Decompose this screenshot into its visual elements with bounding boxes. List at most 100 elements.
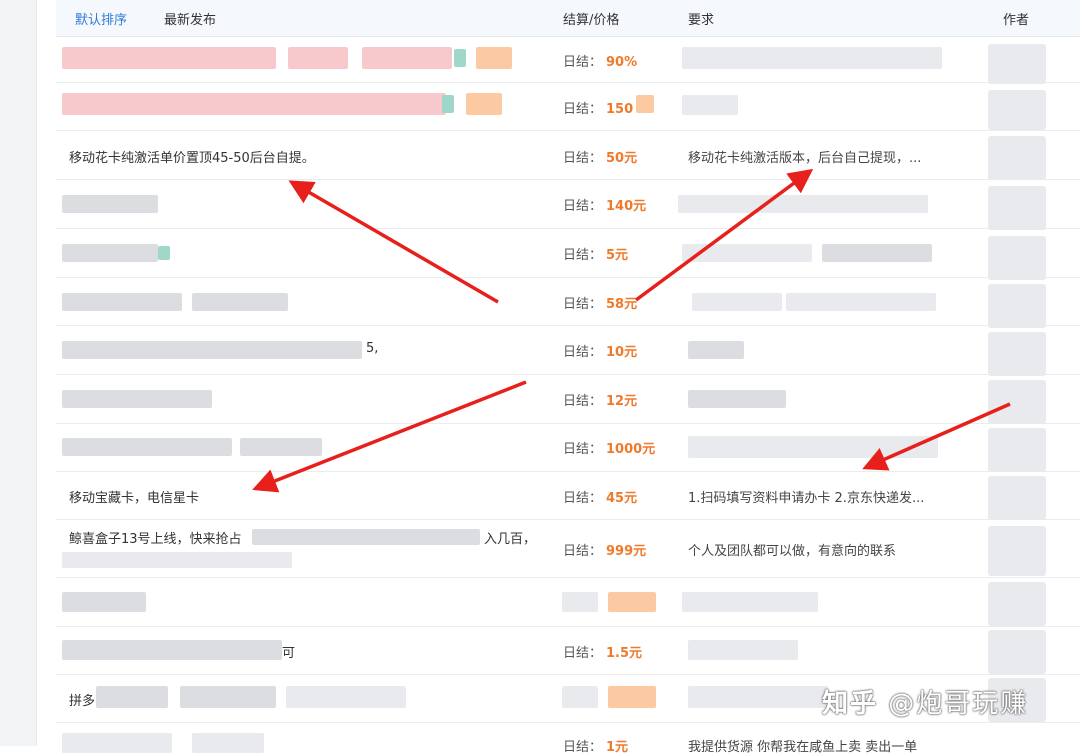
price-cell: 日结： 10元 [563, 345, 638, 360]
blurred-title [62, 640, 282, 660]
blurred-requirement [688, 686, 828, 708]
blurred-title [454, 49, 466, 67]
blurred-title [62, 733, 172, 753]
blurred-author[interactable] [988, 90, 1046, 130]
blurred-author[interactable] [988, 380, 1046, 424]
blurred-author[interactable] [988, 284, 1046, 328]
table-row[interactable]: 日结： 1元 我提供货源 你帮我在咸鱼上卖 卖出一单 [56, 723, 1080, 755]
blurred-title [252, 529, 480, 545]
blurred-author[interactable] [988, 582, 1046, 626]
table-row[interactable]: 日结： 150 [56, 83, 1080, 131]
price-cell: 日结： 150 [563, 102, 634, 117]
table-row[interactable]: 日结： 1000元 [56, 424, 1080, 472]
table-row[interactable]: 日结： 140元 [56, 180, 1080, 229]
blurred-requirement [786, 293, 936, 311]
table-row[interactable]: 日结： 58元 [56, 278, 1080, 326]
blurred-title [180, 686, 276, 708]
left-gutter [0, 0, 37, 746]
requirement-text: 1.扫码填写资料申请办卡 2.京东快递发... [688, 491, 925, 506]
blurred-title [192, 293, 288, 311]
blurred-requirement [682, 592, 818, 612]
table-row[interactable]: 移动宝藏卡，电信星卡 日结： 45元 1.扫码填写资料申请办卡 2.京东快递发..… [56, 472, 1080, 520]
blurred-title [240, 438, 322, 456]
blurred-price [608, 686, 656, 708]
price-cell: 日结： 5元 [563, 248, 629, 263]
table-row[interactable]: 日结： 5元 [56, 229, 1080, 278]
price-cell: 日结： 12元 [563, 394, 638, 409]
blurred-requirement [688, 341, 744, 359]
blurred-requirement [682, 47, 942, 69]
blurred-price [608, 592, 656, 612]
sort-default-tab[interactable]: 默认排序 [75, 9, 127, 28]
blurred-author[interactable] [988, 136, 1046, 180]
table-row[interactable]: 日结： 12元 [56, 375, 1080, 424]
blurred-title [62, 195, 158, 213]
blurred-title [96, 686, 168, 708]
price-cell: 日结： 45元 [563, 491, 638, 506]
price-cell: 日结： 90% [563, 55, 638, 70]
requirement-text: 移动花卡纯激活版本，后台自己提现，... [688, 151, 922, 166]
task-title-tail: 5, [366, 341, 379, 356]
task-title-tail: 可 [282, 646, 296, 661]
blurred-price [636, 95, 654, 113]
price-cell: 日结： 1000元 [563, 442, 656, 457]
price-cell: 日结： 999元 [563, 544, 647, 559]
blurred-title [476, 47, 512, 69]
blurred-author[interactable] [988, 186, 1046, 230]
blurred-title [62, 341, 362, 359]
task-title-tail: 入几百， [484, 532, 537, 547]
blurred-author[interactable] [988, 630, 1046, 674]
blurred-title [288, 47, 348, 69]
blurred-title [362, 47, 452, 69]
task-title[interactable]: 移动宝藏卡，电信星卡 [69, 487, 199, 506]
blurred-author[interactable] [988, 236, 1046, 280]
blurred-requirement [822, 244, 932, 262]
blurred-author[interactable] [988, 476, 1046, 520]
table-header: 默认排序 最新发布 结算/价格 要求 作者 [56, 0, 1080, 37]
blurred-author[interactable] [988, 428, 1046, 472]
blurred-title [62, 592, 146, 612]
blurred-author[interactable] [988, 332, 1046, 376]
price-cell: 日结： 58元 [563, 297, 638, 312]
blurred-author[interactable] [988, 44, 1046, 84]
requirement-column-header: 要求 [688, 13, 715, 28]
blurred-title [442, 95, 454, 113]
requirement-text: 个人及团队都可以做，有意向的联系 [688, 544, 897, 559]
blurred-title [62, 293, 182, 311]
blurred-title [62, 244, 158, 262]
sort-latest-tab[interactable]: 最新发布 [164, 9, 216, 28]
blurred-requirement [688, 390, 786, 408]
blurred-requirement [682, 244, 812, 262]
table-row[interactable]: 可 日结： 1.5元 [56, 627, 1080, 675]
blurred-author[interactable] [988, 526, 1046, 576]
author-column [988, 36, 1048, 746]
table-row[interactable] [56, 578, 1080, 627]
blurred-requirement [688, 436, 938, 458]
table-row[interactable]: 移动花卡纯激活单价置顶45-50后台自提。 日结： 50元 移动花卡纯激活版本，后… [56, 131, 1080, 180]
price-column-header: 结算/价格 [563, 13, 620, 28]
blurred-requirement [682, 95, 738, 115]
blurred-title [158, 246, 170, 260]
task-table: 默认排序 最新发布 结算/价格 要求 作者 日结： 90% 日结： 150 移动花卡… [56, 0, 1080, 755]
blurred-title [62, 93, 446, 115]
blurred-price [562, 686, 598, 708]
watermark-handle: @炮哥玩赚 [888, 689, 1029, 719]
task-title-head[interactable]: 拼多 [69, 690, 95, 709]
blurred-requirement [692, 293, 782, 311]
blurred-title [62, 390, 212, 408]
blurred-price [562, 592, 598, 612]
blurred-title [62, 438, 232, 456]
author-column-header: 作者 [1003, 13, 1030, 28]
table-row[interactable]: 5, 日结： 10元 [56, 326, 1080, 375]
blurred-title [286, 686, 406, 708]
blurred-title [62, 47, 276, 69]
blurred-requirement [688, 640, 798, 660]
table-row[interactable]: 日结： 90% [56, 37, 1080, 83]
blurred-requirement [678, 195, 928, 213]
blurred-title [466, 93, 502, 115]
task-title[interactable]: 移动花卡纯激活单价置顶45-50后台自提。 [69, 147, 315, 166]
zhihu-watermark: 知乎 @炮哥玩赚 [822, 683, 1028, 720]
blurred-title [192, 733, 264, 753]
task-title[interactable]: 鲸喜盒子13号上线，快来抢占 [69, 528, 242, 547]
table-row[interactable]: 鲸喜盒子13号上线，快来抢占 入几百， 日结： 999元 个人及团队都可以做，有意… [56, 520, 1080, 578]
